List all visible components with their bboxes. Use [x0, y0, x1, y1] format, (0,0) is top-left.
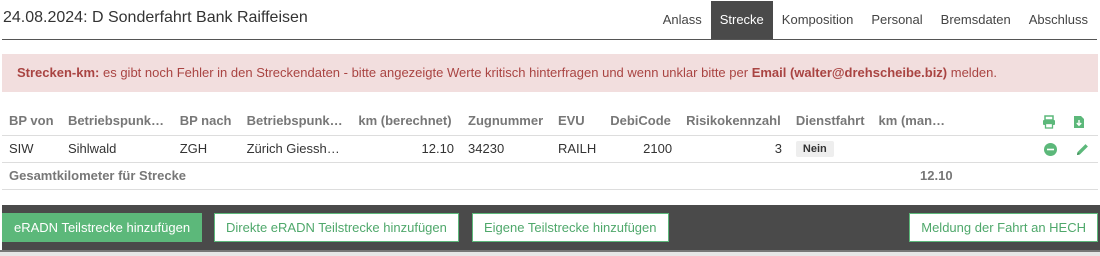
cell-bp-von: SIW — [2, 135, 61, 163]
col-bp-von[interactable]: BP von — [2, 107, 61, 136]
total-row: Gesamtkilometer für Strecke 12.10 — [2, 162, 1098, 190]
page-header: 24.08.2024: D Sonderfahrt Bank Raiffeise… — [0, 0, 1100, 40]
export-icon[interactable] — [1073, 115, 1085, 129]
alert-prefix: Strecken-km: — [17, 65, 100, 80]
col-spacer — [959, 107, 1035, 136]
add-custom-segment-button[interactable]: Eigene Teilstrecke hinzufügen — [472, 213, 669, 242]
error-alert: Strecken-km: es gibt noch Fehler in den … — [2, 54, 1098, 92]
alert-suffix: melden. — [947, 65, 998, 80]
tab-abschluss[interactable]: Abschluss — [1020, 1, 1097, 39]
cell-bp-von-name: Sihlwald — [60, 135, 173, 163]
cell-bp-nach: ZGH — [172, 135, 240, 163]
col-betriebspunkt-nach[interactable]: Betriebspunk… — [239, 107, 352, 136]
tab-anlass[interactable]: Anlass — [654, 1, 711, 39]
header-divider — [2, 39, 1097, 40]
page-title: 24.08.2024: D Sonderfahrt Bank Raiffeise… — [3, 9, 308, 26]
remove-cell — [1034, 135, 1067, 163]
cell-risikokennzahl: 3 — [679, 135, 789, 163]
tab-personal[interactable]: Personal — [862, 1, 931, 39]
edit-cell — [1066, 135, 1098, 163]
tab-bar: Anlass Strecke Komposition Personal Brem… — [654, 1, 1097, 39]
route-table: BP von Betriebspunk… BP nach Betriebspun… — [2, 107, 1098, 190]
remove-icon[interactable] — [1044, 143, 1058, 157]
tab-komposition[interactable]: Komposition — [773, 1, 863, 39]
report-trip-button[interactable]: Meldung der Fahrt an HECH — [909, 213, 1098, 242]
export-cell — [1066, 107, 1098, 136]
cell-dienstfahrt: Nein — [788, 135, 872, 163]
col-km-berechnet[interactable]: km (berechnet) — [351, 107, 462, 136]
print-icon[interactable] — [1042, 114, 1056, 129]
cell-debicode: 2100 — [603, 135, 680, 163]
col-debicode[interactable]: DebiCode — [603, 107, 680, 136]
footer-edge — [0, 250, 1100, 256]
total-value: 12.10 — [871, 162, 960, 190]
alert-text: es gibt noch Fehler in den Streckendaten… — [99, 65, 752, 80]
print-cell — [1034, 107, 1067, 136]
table-row[interactable]: SIW Sihlwald ZGH Zürich Giessh… 12.10 34… — [2, 135, 1098, 163]
col-zugnummer[interactable]: Zugnummer — [461, 107, 551, 136]
table-header-row: BP von Betriebspunk… BP nach Betriebspun… — [2, 107, 1098, 136]
col-bp-nach[interactable]: BP nach — [172, 107, 240, 136]
col-evu[interactable]: EVU — [550, 107, 604, 136]
cell-evu: RAILH — [550, 135, 604, 163]
cell-km-manuell — [871, 135, 960, 163]
total-label: Gesamtkilometer für Strecke — [2, 162, 872, 190]
cell-km-berechnet: 12.10 — [351, 135, 462, 163]
action-bar: eRADN Teilstrecke hinzufügen Direkte eRA… — [2, 205, 1100, 250]
alert-email-link[interactable]: Email (walter@drehscheibe.biz) — [752, 65, 947, 80]
col-betriebspunkt-von[interactable]: Betriebspunk… — [60, 107, 173, 136]
col-dienstfahrt[interactable]: Dienstfahrt — [788, 107, 872, 136]
add-direct-eradn-segment-button[interactable]: Direkte eRADN Teilstrecke hinzufügen — [214, 213, 459, 242]
cell-spacer — [959, 135, 1035, 163]
col-km-manuell[interactable]: km (man… — [871, 107, 960, 136]
col-risikokennzahl[interactable]: Risikokennzahl — [679, 107, 789, 136]
cell-zugnummer: 34230 — [461, 135, 551, 163]
dienstfahrt-badge: Nein — [795, 141, 834, 157]
tab-strecke[interactable]: Strecke — [710, 1, 773, 39]
cell-bp-nach-name: Zürich Giessh… — [239, 135, 352, 163]
tab-bremsdaten[interactable]: Bremsdaten — [932, 1, 1020, 39]
edit-icon[interactable] — [1076, 143, 1089, 156]
add-eradn-segment-button[interactable]: eRADN Teilstrecke hinzufügen — [2, 213, 203, 242]
